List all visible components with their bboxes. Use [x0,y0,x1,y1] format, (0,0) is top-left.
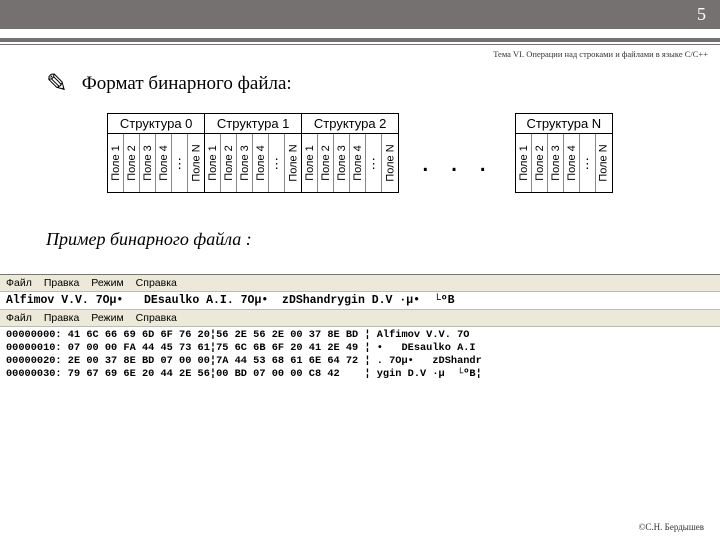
ellipsis: . . . [399,145,515,179]
menu-bar: Файл Правка Режим Справка [0,275,720,292]
header-divider [0,38,720,42]
field-label: Поле N [287,144,299,181]
structure-header: Структура 1 [205,114,301,134]
field-dots: ⋮ [270,157,283,170]
field-label: Поле 2 [223,145,235,181]
menu-mode[interactable]: Режим [91,277,123,289]
field-dots: ⋮ [367,157,380,170]
field-label: Поле N [598,144,610,181]
field-label: Поле 1 [110,145,122,181]
field-label: Поле 4 [158,145,170,181]
field-label: Поле 2 [533,145,545,181]
field-label: Поле 1 [304,145,316,181]
menu-edit[interactable]: Правка [44,312,79,324]
structure-0: Структура 0 Поле 1 Поле 2 Поле 3 Поле 4 … [107,113,205,193]
structure-header: Структура 0 [108,114,204,134]
menu-mode[interactable]: Режим [91,312,123,324]
field-label: Поле 3 [142,145,154,181]
field-dots: ⋮ [173,157,186,170]
field-label: Поле 3 [549,145,561,181]
field-dots: ⋮ [581,157,594,170]
field-label: Поле 2 [320,145,332,181]
pencil-icon: ✎ [46,69,68,99]
menu-help[interactable]: Справка [136,312,177,324]
structure-header: Структура 2 [302,114,398,134]
structure-2: Структура 2 Поле 1 Поле 2 Поле 3 Поле 4 … [302,113,399,193]
text-preview-line: Alfimov V.V. 7Oµ• DEsaulko A.I. 7Oµ• zDS… [0,292,720,310]
hex-row: 00000010: 07 00 00 FA 44 45 73 61¦75 6C … [6,342,714,355]
menu-file[interactable]: Файл [6,312,32,324]
field-label: Поле 2 [126,145,138,181]
field-label: Поле N [190,144,202,181]
topic-label: Тема VI. Операции над строками и файлами… [0,45,720,59]
page-number: 5 [697,4,706,25]
field-label: Поле 3 [239,145,251,181]
field-label: Поле 4 [255,145,267,181]
slide-header: 5 [0,0,720,30]
copyright: ©С.Н. Бердышев [639,522,704,532]
structure-header: Структура N [516,114,612,134]
field-label: Поле N [384,144,396,181]
menu-bar-lower: Файл Правка Режим Справка [0,310,720,327]
hex-editor-screenshot: Файл Правка Режим Справка Alfimov V.V. 7… [0,274,720,382]
title-row: ✎ Формат бинарного файла: [0,59,720,113]
hex-dump: 00000000: 41 6C 66 69 6D 6F 76 20¦56 2E … [0,327,720,382]
hex-row: 00000000: 41 6C 66 69 6D 6F 76 20¦56 2E … [6,329,714,342]
structure-1: Структура 1 Поле 1 Поле 2 Поле 3 Поле 4 … [205,113,302,193]
subtitle: Пример бинарного файла : [0,193,720,250]
menu-edit[interactable]: Правка [44,277,79,289]
field-label: Поле 4 [352,145,364,181]
field-label: Поле 4 [565,145,577,181]
hex-row: 00000020: 2E 00 37 8E BD 07 00 00¦7A 44 … [6,355,714,368]
field-label: Поле 1 [207,145,219,181]
field-label: Поле 3 [336,145,348,181]
field-label: Поле 1 [517,145,529,181]
structure-diagram: Структура 0 Поле 1 Поле 2 Поле 3 Поле 4 … [0,113,720,193]
menu-help[interactable]: Справка [136,277,177,289]
menu-file[interactable]: Файл [6,277,32,289]
structure-n: Структура N Поле 1 Поле 2 Поле 3 Поле 4 … [515,113,613,193]
page-title: Формат бинарного файла: [82,73,292,95]
hex-row: 00000030: 79 67 69 6E 20 44 2E 56¦00 BD … [6,368,714,381]
